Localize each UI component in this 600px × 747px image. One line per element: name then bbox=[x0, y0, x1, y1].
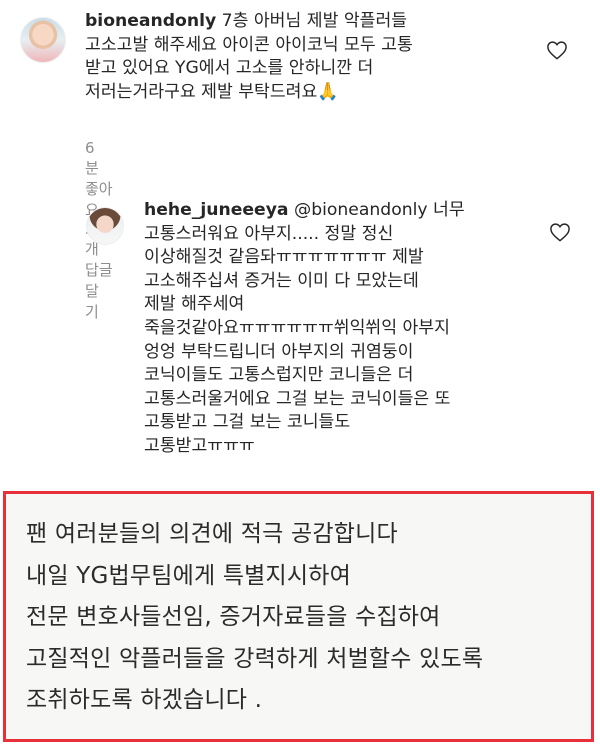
heart-outline-icon[interactable] bbox=[546, 40, 568, 60]
avatar[interactable] bbox=[86, 207, 124, 245]
highlighted-notice: 팬 여러분들의 의견에 적극 공감합니다 내일 YG법무팀에게 특별지시하여 전… bbox=[3, 491, 594, 742]
praying-hands-emoji: 🙏 bbox=[317, 81, 339, 102]
reply-button[interactable]: 답글 달기 bbox=[85, 261, 113, 321]
comment-text: hehe_juneeeya @bioneandonly 너무 고통스러워요 아부… bbox=[144, 199, 544, 459]
mention-link[interactable]: @bioneandonly bbox=[294, 200, 428, 220]
username[interactable]: hehe_juneeeya bbox=[144, 200, 289, 220]
avatar[interactable] bbox=[20, 17, 66, 63]
comment-time: 6분 bbox=[85, 139, 99, 177]
username[interactable]: bioneandonly bbox=[85, 11, 216, 31]
notice-text: 팬 여러분들의 의견에 적극 공감합니다 내일 YG법무팀에게 특별지시하여 전… bbox=[26, 521, 484, 713]
comment-body: 너무 고통스러워요 아부지..... 정말 정신 이상해질것 같음돠ㅠㅠㅠㅠㅠㅠ… bbox=[144, 200, 465, 456]
heart-outline-icon[interactable] bbox=[549, 222, 571, 242]
comment-text: bioneandonly 7층 아버님 제발 악플러들 고소고발 해주세요 아이… bbox=[85, 10, 545, 104]
